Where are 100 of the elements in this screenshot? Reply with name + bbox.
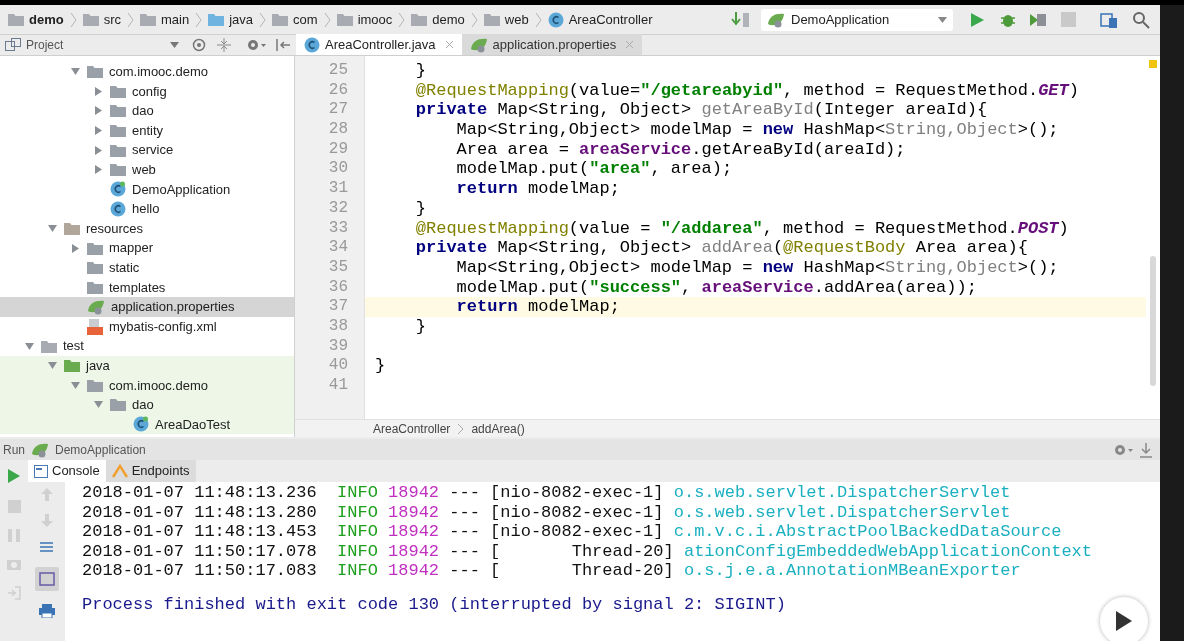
run-icon[interactable]	[7, 468, 21, 484]
log-line: 2018-01-07 11:48:13.453 INFO 18942 --- [nio-8082-exec-1] c.m.v.c.i.AbstractPoolBackedDataSource	[82, 522, 1063, 542]
settings-icon[interactable]	[1113, 442, 1133, 457]
collapsed-arrow-icon[interactable]	[70, 243, 80, 253]
chevron-icon	[458, 423, 464, 434]
leaf-icon	[87, 298, 105, 315]
endpoints-icon	[111, 464, 128, 478]
console-tab[interactable]: Endpoints	[105, 460, 196, 482]
tree-item[interactable]: DemoApplication	[0, 179, 294, 200]
folder-icon	[140, 13, 156, 26]
close-icon[interactable]	[444, 40, 454, 49]
expanded-arrow-icon[interactable]	[70, 380, 80, 390]
tree-item[interactable]: mapper	[0, 238, 294, 258]
scrollbar-thumb[interactable]	[1150, 256, 1156, 386]
play-button[interactable]	[1100, 597, 1148, 641]
caret-icon	[938, 16, 947, 23]
expanded-arrow-icon[interactable]	[93, 400, 103, 410]
play-icon	[1116, 611, 1132, 631]
editor-breadcrumb[interactable]: addArea()	[471, 419, 525, 438]
breadcrumb-item[interactable]: demo	[407, 9, 469, 30]
code-line: }	[414, 61, 427, 81]
editor-tab[interactable]: AreaController.java	[296, 34, 462, 55]
tree-item[interactable]: application.properties	[0, 297, 294, 317]
chevron-icon	[398, 11, 406, 28]
tree-item[interactable]: dao	[0, 101, 294, 121]
folder-icon	[411, 13, 428, 26]
folder-icon	[110, 143, 126, 157]
collapse-icon[interactable]	[217, 38, 231, 52]
print-icon[interactable]	[38, 604, 55, 618]
tree-item[interactable]: templates	[0, 277, 294, 298]
breadcrumb-item[interactable]: web	[479, 9, 533, 30]
tree-item[interactable]: web	[0, 159, 294, 180]
folder-icon	[272, 13, 289, 26]
line-number: 26	[327, 80, 349, 101]
caret-icon[interactable]	[170, 42, 179, 48]
folder-icon	[110, 104, 126, 118]
line-number: 38	[327, 316, 349, 337]
run-config-title: DemoApplication	[55, 441, 146, 459]
breadcrumb-item[interactable]: demo	[4, 9, 68, 30]
folder-icon	[483, 13, 500, 26]
run-label: Run	[3, 441, 25, 459]
folder-icon	[82, 13, 99, 26]
line-number: 31	[327, 179, 349, 199]
tree-item[interactable]: config	[0, 81, 294, 102]
tree-item[interactable]: resources	[0, 218, 294, 239]
spring-class-icon	[133, 416, 149, 433]
expanded-arrow-icon[interactable]	[24, 341, 34, 351]
project-icon	[5, 38, 21, 52]
code-line: @RequestMapping(value="/getareabyid", method = RequestMethod.GET)	[414, 80, 1080, 101]
console-tab[interactable]: Console	[28, 460, 106, 482]
tree-item[interactable]: static	[0, 257, 294, 278]
hide-panel-icon[interactable]	[275, 38, 291, 52]
expanded-arrow-icon[interactable]	[70, 67, 80, 77]
run-configuration-dropdown[interactable]: DemoApplication	[761, 8, 953, 31]
folder-icon	[110, 84, 126, 98]
console-icon	[34, 464, 48, 478]
project-structure-icon[interactable]	[1100, 10, 1118, 29]
expanded-arrow-icon[interactable]	[47, 224, 57, 234]
line-number: 33	[327, 218, 349, 239]
breadcrumb-item[interactable]: java	[204, 9, 258, 30]
tree-item[interactable]: hello	[0, 199, 294, 219]
editor-tab[interactable]: application.properties	[461, 34, 643, 55]
tree-item[interactable]: com.imooc.demo	[0, 62, 294, 82]
tree-item[interactable]: test	[0, 336, 294, 356]
tree-item[interactable]: java	[0, 355, 294, 376]
tree-item[interactable]: com.imooc.demo	[0, 375, 294, 396]
tree-item[interactable]: AreaDaoTest	[0, 414, 294, 435]
download-icon[interactable]	[1139, 441, 1153, 458]
chevron-icon	[534, 11, 542, 28]
search-icon[interactable]	[1132, 10, 1150, 29]
breadcrumb-item[interactable]: com	[268, 9, 322, 30]
log-line: 2018-01-07 11:50:17.083 INFO 18942 --- [ Thread-20] o.s.j.e.a.AnnotationMBeanExporter	[82, 561, 1022, 581]
folder-icon	[110, 124, 126, 138]
tree-item[interactable]: entity	[0, 120, 294, 141]
class-icon	[547, 11, 564, 28]
wrap-icon[interactable]	[38, 540, 55, 554]
close-icon[interactable]	[625, 40, 635, 49]
breadcrumb-item[interactable]: main	[136, 9, 194, 30]
folder-icon	[41, 339, 57, 353]
folder-icon	[110, 163, 126, 177]
breadcrumb-item[interactable]: src	[78, 9, 125, 30]
expanded-arrow-icon[interactable]	[47, 361, 57, 371]
tree-item[interactable]: service	[0, 140, 294, 160]
spring-class-icon	[110, 181, 126, 198]
breadcrumb-item[interactable]: imooc	[332, 9, 397, 30]
leaf-icon	[469, 36, 488, 53]
folder-icon	[87, 261, 103, 275]
sort-icon[interactable]	[731, 10, 751, 29]
target-icon[interactable]	[192, 38, 206, 52]
line-number: 28	[327, 120, 349, 140]
editor-breadcrumb[interactable]: AreaController	[373, 419, 451, 438]
tree-item[interactable]: mybatis-config.xml	[0, 316, 294, 337]
scroll-to-end-icon[interactable]	[34, 567, 59, 591]
run-icon[interactable]	[969, 11, 985, 28]
breadcrumb-item[interactable]: AreaController	[543, 9, 657, 30]
resources-folder-icon	[64, 222, 80, 236]
settings-icon[interactable]	[246, 38, 266, 52]
xml-file-icon	[87, 318, 103, 335]
log-line: 2018-01-07 11:48:13.280 INFO 18942 --- [nio-8082-exec-1] o.s.web.servlet.DispatcherServlet	[82, 502, 1012, 522]
tree-item[interactable]: dao	[0, 395, 294, 415]
